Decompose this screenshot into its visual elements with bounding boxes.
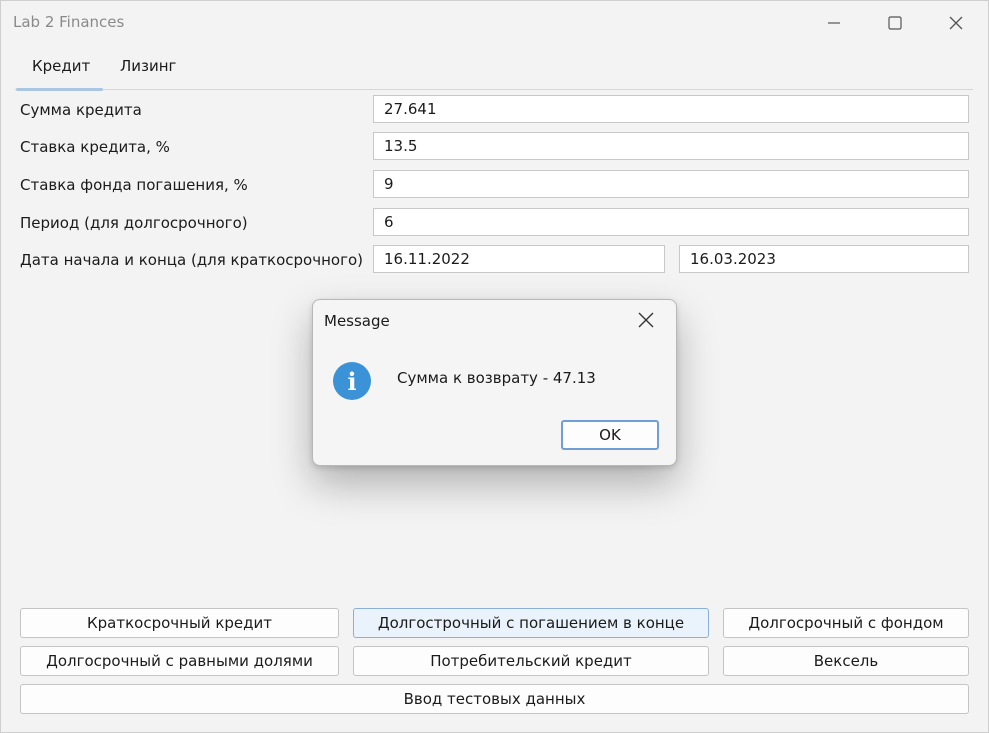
ok-button[interactable]: OK [561,420,659,450]
period-input[interactable]: 6 [373,208,969,236]
dialog-close-button[interactable] [636,310,656,330]
info-icon: i [333,362,371,400]
tab-credit[interactable]: Кредит [32,57,90,87]
tab-credit-label: Кредит [32,57,91,75]
message-dialog: Message i Сумма к возврату - 47.13 OK [312,299,677,466]
maximize-icon [888,16,902,30]
dialog-message: Сумма к возврату - 47.13 [397,369,596,387]
close-icon [949,16,963,30]
maximize-button[interactable] [883,11,907,35]
minimize-icon [828,22,840,24]
minimize-button[interactable] [822,11,846,35]
long-term-equal-shares-button[interactable]: Долгосрочный с равными долями [20,646,339,676]
tab-leasing-label: Лизинг [120,57,177,75]
end-date-input[interactable]: 16.03.2023 [679,245,969,273]
close-window-button[interactable] [944,11,968,35]
long-term-fund-button[interactable]: Долгосрочный с фондом [723,608,969,638]
loan-amount-label: Сумма кредита [20,101,142,119]
app-window: Lab 2 Finances Кредит Лизинг Сумма креди… [0,0,989,733]
long-term-end-repayment-button[interactable]: Долгострочный с погашением в конце [353,608,709,638]
fund-rate-label: Ставка фонда погашения, % [20,176,248,194]
close-icon [638,312,654,328]
active-tab-indicator [16,88,103,91]
dialog-title: Message [324,312,390,330]
bill-of-exchange-button[interactable]: Вексель [723,646,969,676]
fund-rate-input[interactable]: 9 [373,170,969,198]
test-data-button[interactable]: Ввод тестовых данных [20,684,969,714]
period-label: Период (для долгосрочного) [20,214,248,232]
loan-rate-label: Ставка кредита, % [20,138,170,156]
loan-rate-input[interactable]: 13.5 [373,132,969,160]
ok-button-label: OK [599,426,621,444]
tab-bar: Кредит Лизинг [15,49,973,91]
window-title: Lab 2 Finances [13,13,125,31]
loan-amount-input[interactable]: 27.641 [373,95,969,123]
dates-label: Дата начала и конца (для краткосрочного) [20,251,363,269]
tab-leasing[interactable]: Лизинг [120,57,176,87]
short-term-loan-button[interactable]: Краткосрочный кредит [20,608,339,638]
consumer-loan-button[interactable]: Потребительский кредит [353,646,709,676]
start-date-input[interactable]: 16.11.2022 [373,245,665,273]
